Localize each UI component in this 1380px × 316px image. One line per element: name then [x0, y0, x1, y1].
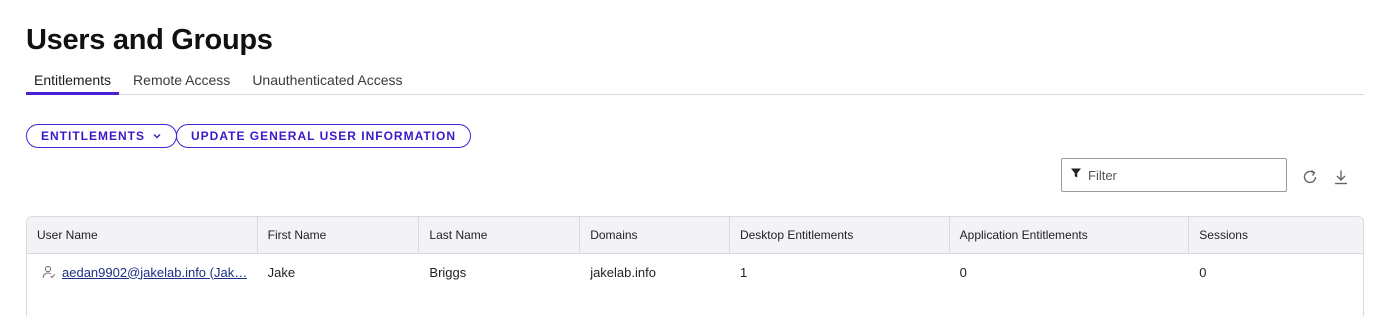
filter-field[interactable]: [1061, 158, 1287, 192]
update-button-label: UPDATE GENERAL USER INFORMATION: [191, 129, 457, 143]
cell-domains: jakelab.info: [590, 264, 656, 280]
tab-entitlements[interactable]: Entitlements: [26, 68, 120, 95]
column-header-desktop-entitlements[interactable]: Desktop Entitlements: [730, 217, 950, 253]
column-header-domains[interactable]: Domains: [580, 217, 730, 253]
tab-remote-access[interactable]: Remote Access: [125, 68, 238, 95]
table-header: User Name First Name Last Name Domains D…: [27, 217, 1363, 254]
entitlements-dropdown-button[interactable]: ENTITLEMENTS: [26, 124, 177, 148]
entitlements-button-label: ENTITLEMENTS: [41, 129, 145, 143]
page-title: Users and Groups: [26, 24, 273, 56]
chevron-down-icon: [152, 131, 162, 141]
column-header-application-entitlements[interactable]: Application Entitlements: [950, 217, 1190, 253]
cell-last-name: Briggs: [429, 264, 467, 280]
refresh-icon[interactable]: [1300, 167, 1320, 187]
column-header-user-name[interactable]: User Name: [27, 217, 258, 253]
table-row[interactable]: aedan9902@jakelab.info (Jak… Jake Briggs…: [27, 254, 1363, 290]
download-icon[interactable]: [1331, 167, 1351, 187]
filter-icon: [1070, 166, 1082, 184]
update-general-user-information-button[interactable]: UPDATE GENERAL USER INFORMATION: [176, 124, 472, 148]
cell-application-entitlements: 0: [959, 264, 967, 280]
cell-desktop-entitlements: 1: [739, 264, 748, 280]
column-header-first-name[interactable]: First Name: [258, 217, 420, 253]
cell-user-name: aedan9902@jakelab.info (Jak…: [27, 254, 258, 290]
user-icon: [42, 265, 56, 279]
column-header-sessions[interactable]: Sessions: [1189, 217, 1363, 253]
tab-bar: Entitlements Remote Access Unauthenticat…: [26, 68, 1364, 95]
column-header-last-name[interactable]: Last Name: [419, 217, 581, 253]
cell-sessions: 0: [1199, 264, 1207, 280]
users-table: User Name First Name Last Name Domains D…: [26, 216, 1364, 316]
tab-unauthenticated-access[interactable]: Unauthenticated Access: [244, 68, 410, 95]
user-name-link[interactable]: aedan9902@jakelab.info (Jak…: [62, 265, 247, 280]
filter-input[interactable]: [1088, 167, 1268, 183]
cell-first-name: Jake: [267, 264, 296, 280]
